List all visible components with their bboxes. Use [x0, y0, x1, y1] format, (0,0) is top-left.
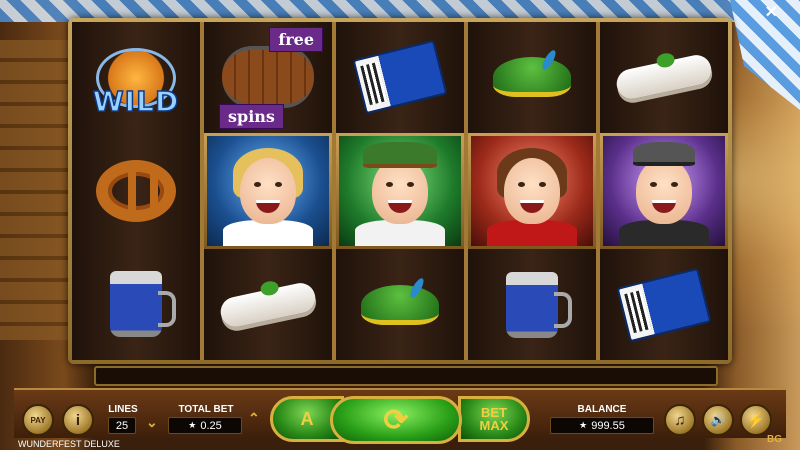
background-barrels [0, 40, 70, 340]
lines-label: LINES [108, 404, 138, 415]
reels-grid: WILD free spins [72, 22, 728, 360]
reel-5 [600, 22, 728, 360]
reel-5-cell-3 [600, 249, 728, 360]
star-icon: ★ [579, 420, 588, 430]
free-spins-label-bottom: spins [219, 104, 284, 130]
sausage-icon [613, 52, 715, 102]
info-icon: i [75, 411, 81, 429]
reel-1-cell-3 [72, 247, 200, 360]
reel-3-cell-1 [336, 22, 464, 133]
reel-4-cell-2 [468, 132, 596, 250]
shirt-body [355, 220, 445, 247]
sound-button[interactable]: 🔊 [702, 404, 734, 436]
autoplay-icon: A [300, 408, 314, 429]
reel-1-cell-1: WILD [72, 22, 200, 135]
free-spins-symbol: free spins [209, 23, 327, 131]
game-title: WUNDERFEST DELUXE [18, 439, 120, 449]
provider-tag: BG [767, 434, 782, 445]
sausage-icon [217, 280, 319, 330]
star-icon: ★ [188, 420, 197, 430]
bet-increase-chevron-up-icon[interactable]: ⌃ [248, 410, 260, 427]
close-button[interactable]: ✕ [765, 2, 778, 22]
free-spins-label-top: free [269, 27, 323, 53]
girl-face-icon [240, 158, 296, 224]
reel-2: free spins [204, 22, 332, 360]
hat-man-symbol [339, 135, 461, 247]
balance-field: ★ 999.55 [550, 417, 654, 434]
bet-max-line2: MAX [479, 418, 509, 433]
old-man-face-icon [636, 158, 692, 224]
pretzel-icon [96, 160, 176, 222]
grey-hat [633, 141, 695, 166]
total-bet-value: 0.25 [200, 419, 222, 432]
reel-1-cell-2 [72, 135, 200, 248]
vest-body [619, 220, 709, 247]
accordion-icon [616, 267, 712, 343]
reel-frame: WILD free spins [68, 18, 732, 364]
spin-arrow-icon: ⟳ [383, 403, 409, 437]
wild-symbol: WILD [81, 28, 191, 128]
reel-5-cell-2 [600, 132, 728, 250]
reel-2-cell-3 [204, 249, 332, 360]
reel-4 [468, 22, 596, 360]
old-man-symbol [603, 135, 725, 247]
lines-value: 25 [108, 417, 136, 434]
total-bet-field: ★ 0.25 [168, 417, 242, 434]
beer-stein-icon [110, 270, 176, 337]
bet-decrease-chevron-down-icon[interactable]: ⌄ [146, 414, 158, 431]
paytable-label: PAY [30, 415, 46, 425]
reel-4-cell-1 [468, 22, 596, 133]
man-face-icon [372, 158, 428, 224]
total-bet-label: TOTAL BET [178, 404, 234, 415]
turbo-icon: ⚡ [746, 412, 766, 429]
turbo-button[interactable]: ⚡ [740, 404, 772, 436]
reel-1: WILD [72, 22, 200, 360]
alpine-hat-icon [361, 284, 439, 325]
message-bar [94, 366, 718, 386]
info-button[interactable]: i [62, 404, 94, 436]
dirndl-body [223, 220, 313, 247]
spin-button[interactable]: ⟳ [330, 396, 462, 444]
girl-face-icon [504, 158, 560, 224]
alpine-hat-icon [493, 57, 571, 98]
beer-stein-icon [506, 271, 572, 338]
balance-value: 999.55 [591, 419, 625, 432]
speaker-icon: 🔊 [710, 413, 726, 427]
reel-4-cell-3 [468, 249, 596, 360]
balance-label: BALANCE [577, 404, 627, 415]
reel-3-cell-2 [336, 132, 464, 250]
reel-5-cell-1 [600, 22, 728, 133]
reel-3 [336, 22, 464, 360]
paytable-button[interactable]: PAY [22, 404, 54, 436]
blonde-girl-symbol [207, 135, 329, 247]
bet-max-button[interactable]: BET MAX [458, 396, 530, 442]
reel-2-cell-1: free spins [204, 22, 332, 133]
wild-label: WILD [92, 85, 180, 120]
barrel-icon [222, 46, 314, 109]
music-note-icon: ♫ [674, 411, 686, 429]
dirndl-body [487, 220, 577, 247]
brunette-girl-symbol [471, 135, 593, 247]
reel-3-cell-3 [336, 249, 464, 360]
music-button[interactable]: ♫ [664, 404, 696, 436]
reel-2-cell-2 [204, 132, 332, 250]
green-hat [363, 141, 437, 168]
accordion-icon [352, 39, 448, 115]
